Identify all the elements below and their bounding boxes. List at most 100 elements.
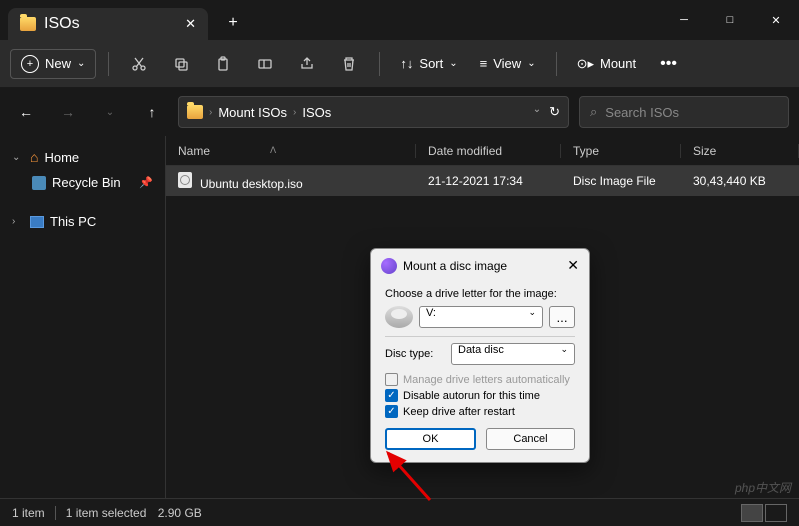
checkbox-label: Keep drive after restart xyxy=(403,406,515,418)
details-view-button[interactable] xyxy=(741,504,763,522)
navbar: ← → ⌄ ↑ › Mount ISOs › ISOs ⌄ ↻ ⌕ Search… xyxy=(0,88,799,136)
drive-letter-select[interactable]: V:⌄ xyxy=(419,306,543,328)
address-bar[interactable]: › Mount ISOs › ISOs ⌄ ↻ xyxy=(178,96,569,128)
folder-icon xyxy=(187,105,203,119)
breadcrumb-part[interactable]: Mount ISOs xyxy=(218,105,287,120)
sidebar: ⌄ ⌂ Home Recycle Bin 📌 › This PC xyxy=(0,136,165,498)
dialog-titlebar: Mount a disc image ✕ xyxy=(371,249,589,282)
breadcrumb-part[interactable]: ISOs xyxy=(302,105,331,120)
iso-file-icon xyxy=(178,172,192,188)
keep-drive-checkbox[interactable]: ✓ Keep drive after restart xyxy=(385,405,575,418)
search-placeholder: Search ISOs xyxy=(605,105,679,120)
paste-button[interactable] xyxy=(205,48,241,80)
sidebar-item-home[interactable]: ⌄ ⌂ Home xyxy=(4,144,161,170)
separator xyxy=(108,52,109,76)
new-tab-button[interactable]: + xyxy=(218,8,248,38)
tab-isos[interactable]: ISOs ✕ xyxy=(8,8,208,40)
recent-button[interactable]: ⌄ xyxy=(94,96,126,128)
folder-icon xyxy=(20,17,36,31)
mount-dialog: Mount a disc image ✕ Choose a drive lett… xyxy=(370,248,590,463)
minimize-button[interactable]: ─ xyxy=(661,4,707,36)
separator xyxy=(385,336,575,337)
sort-button[interactable]: ↑↓ Sort ⌄ xyxy=(392,56,465,71)
forward-button[interactable]: → xyxy=(52,96,84,128)
file-date: 21-12-2021 17:34 xyxy=(416,174,561,188)
pin-icon: 📌 xyxy=(139,176,153,189)
new-button[interactable]: + New ⌄ xyxy=(10,49,96,79)
view-icon: ≡ xyxy=(480,56,488,71)
thumbnails-view-button[interactable] xyxy=(765,504,787,522)
view-toggle xyxy=(741,504,787,522)
dialog-title: Mount a disc image xyxy=(403,259,507,273)
titlebar: ISOs ✕ + ─ □ ✕ xyxy=(0,0,799,40)
column-name[interactable]: Nameᐱ xyxy=(166,144,416,158)
view-button[interactable]: ≡ View ⌄ xyxy=(472,56,544,71)
sidebar-item-recycle[interactable]: Recycle Bin 📌 xyxy=(4,170,161,195)
window-controls: ─ □ ✕ xyxy=(661,4,799,36)
sidebar-label: This PC xyxy=(50,214,96,229)
file-row[interactable]: Ubuntu desktop.iso 21-12-2021 17:34 Disc… xyxy=(166,166,799,196)
mount-icon: ⊙▸ xyxy=(577,56,594,72)
sort-asc-icon: ᐱ xyxy=(270,145,276,156)
toolbar: + New ⌄ ↑↓ Sort ⌄ ≡ View ⌄ ⊙▸ Mount ••• xyxy=(0,40,799,88)
pc-icon xyxy=(30,216,44,228)
back-button[interactable]: ← xyxy=(10,96,42,128)
watermark: php中文网 xyxy=(735,479,791,496)
refresh-icon[interactable]: ↻ xyxy=(549,104,560,120)
chevron-right-icon: › xyxy=(293,107,296,118)
more-button[interactable]: ••• xyxy=(650,55,687,73)
tab-title: ISOs xyxy=(44,15,80,33)
disc-type-select[interactable]: Data disc⌄ xyxy=(451,343,575,365)
close-tab-icon[interactable]: ✕ xyxy=(185,16,196,32)
dialog-icon xyxy=(381,258,397,274)
disc-type-label: Disc type: xyxy=(385,348,445,360)
close-icon[interactable]: ✕ xyxy=(567,257,579,274)
column-type[interactable]: Type xyxy=(561,144,681,158)
status-count: 1 item xyxy=(12,506,45,520)
chevron-down-icon: ⌄ xyxy=(527,58,535,69)
maximize-button[interactable]: □ xyxy=(707,4,753,36)
chevron-down-icon[interactable]: ⌄ xyxy=(533,104,541,120)
rename-button[interactable] xyxy=(247,48,283,80)
chevron-down-icon: ⌄ xyxy=(77,58,85,69)
share-button[interactable] xyxy=(289,48,325,80)
separator xyxy=(556,52,557,76)
separator xyxy=(55,506,56,520)
file-type: Disc Image File xyxy=(561,174,681,188)
up-button[interactable]: ↑ xyxy=(136,96,168,128)
column-date[interactable]: Date modified xyxy=(416,144,561,158)
column-size[interactable]: Size xyxy=(681,144,799,158)
browse-button[interactable]: ... xyxy=(549,306,575,328)
sidebar-label: Home xyxy=(44,150,79,165)
recycle-icon xyxy=(32,176,46,190)
mount-button[interactable]: ⊙▸ Mount xyxy=(569,56,645,72)
close-window-button[interactable]: ✕ xyxy=(753,4,799,36)
statusbar: 1 item 1 item selected 2.90 GB xyxy=(0,498,799,526)
chevron-down-icon: ⌄ xyxy=(12,152,24,163)
disable-autorun-checkbox[interactable]: ✓ Disable autorun for this time xyxy=(385,389,575,402)
chevron-down-icon: ⌄ xyxy=(449,58,457,69)
copy-button[interactable] xyxy=(163,48,199,80)
delete-button[interactable] xyxy=(331,48,367,80)
cancel-button[interactable]: Cancel xyxy=(486,428,575,450)
choose-label: Choose a drive letter for the image: xyxy=(385,288,575,300)
file-size: 30,43,440 KB xyxy=(681,174,778,188)
file-name: Ubuntu desktop.iso xyxy=(200,177,303,191)
manage-letters-checkbox[interactable]: Manage drive letters automatically xyxy=(385,373,575,386)
cut-button[interactable] xyxy=(121,48,157,80)
sidebar-label: Recycle Bin xyxy=(52,175,121,190)
new-label: New xyxy=(45,56,71,71)
separator xyxy=(379,52,380,76)
mount-label: Mount xyxy=(600,56,636,71)
sidebar-item-thispc[interactable]: › This PC xyxy=(4,209,161,234)
drive-icon xyxy=(385,306,413,328)
checkbox-label: Manage drive letters automatically xyxy=(403,374,570,386)
chevron-right-icon: › xyxy=(12,216,24,227)
status-size: 2.90 GB xyxy=(158,506,202,520)
search-input[interactable]: ⌕ Search ISOs xyxy=(579,96,789,128)
ok-button[interactable]: OK xyxy=(385,428,476,450)
checkbox-checked-icon: ✓ xyxy=(385,405,398,418)
view-label: View xyxy=(493,56,521,71)
checkbox-checked-icon: ✓ xyxy=(385,389,398,402)
home-icon: ⌂ xyxy=(30,149,38,165)
